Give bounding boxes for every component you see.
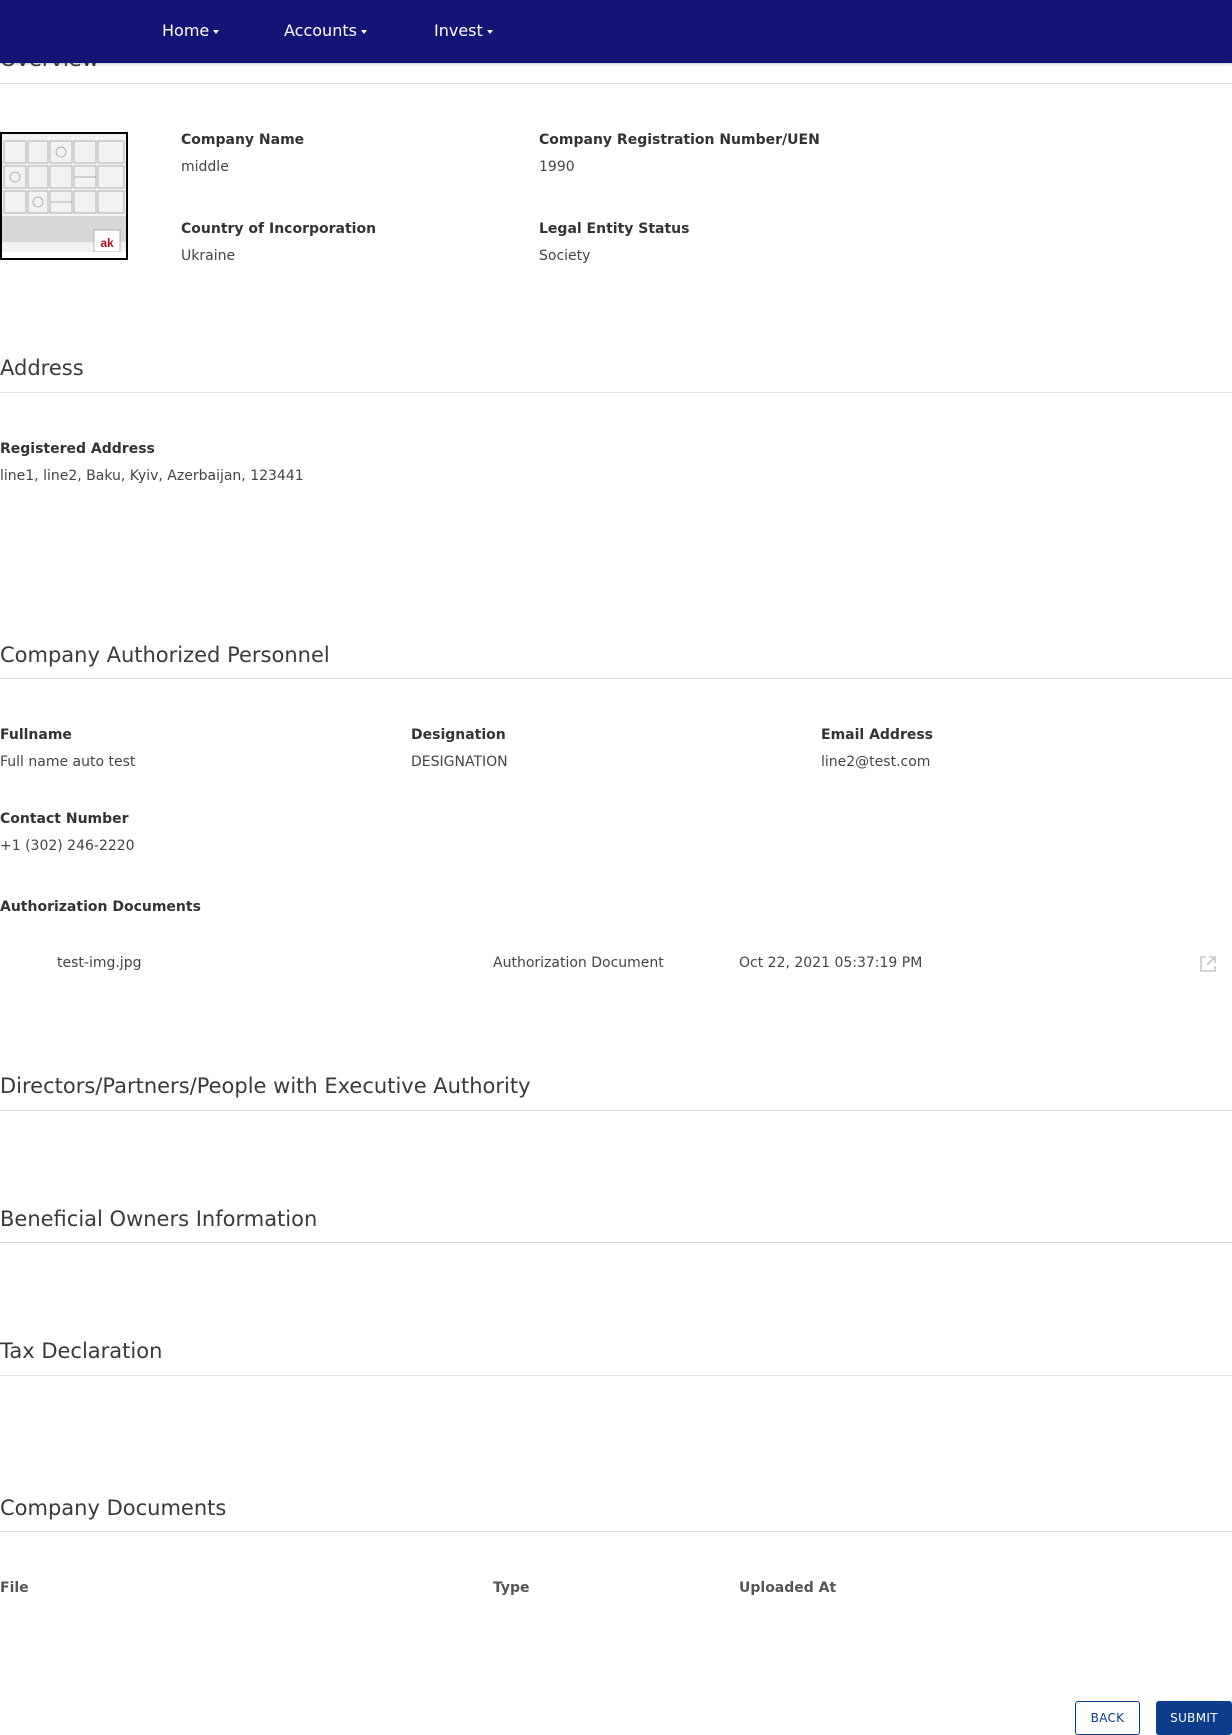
divider xyxy=(0,1531,1232,1532)
company-name-label: Company Name xyxy=(181,132,305,148)
svg-text:ak: ak xyxy=(100,236,114,250)
caret-down-icon xyxy=(213,29,220,34)
column-header-uploaded-at: Uploaded At xyxy=(739,1580,837,1596)
nav-home[interactable]: Home xyxy=(162,21,220,40)
divider xyxy=(0,1110,1232,1111)
country-value: Ukraine xyxy=(181,248,236,264)
document-file-name: test-img.jpg xyxy=(57,955,142,971)
document-uploaded-at: Oct 22, 2021 05:37:19 PM xyxy=(739,955,923,971)
divider xyxy=(0,1375,1232,1376)
document-type: Authorization Document xyxy=(493,955,664,971)
divider xyxy=(0,83,1232,84)
email-label: Email Address xyxy=(821,727,934,743)
email-value: line2@test.com xyxy=(821,754,931,770)
designation-value: DESIGNATION xyxy=(411,754,508,770)
fullname-value: Full name auto test xyxy=(0,754,136,770)
contact-number-label: Contact Number xyxy=(0,811,129,827)
caret-down-icon xyxy=(486,29,493,34)
address-title: Address xyxy=(0,356,84,380)
nav-invest-label: Invest xyxy=(434,21,483,40)
company-name-value: middle xyxy=(181,159,229,175)
legal-status-label: Legal Entity Status xyxy=(539,221,690,237)
column-header-file: File xyxy=(0,1580,29,1596)
registration-value: 1990 xyxy=(539,159,575,175)
directors-title: Directors/Partners/People with Executive… xyxy=(0,1074,531,1098)
external-link-icon[interactable] xyxy=(1198,954,1218,974)
registration-label: Company Registration Number/UEN xyxy=(539,132,820,148)
divider xyxy=(0,392,1232,393)
authorization-documents-label: Authorization Documents xyxy=(0,899,201,915)
nav-accounts[interactable]: Accounts xyxy=(284,21,367,40)
nav-invest[interactable]: Invest xyxy=(434,21,493,40)
column-header-type: Type xyxy=(493,1580,530,1596)
back-button[interactable]: BACK xyxy=(1075,1701,1140,1735)
nav-accounts-label: Accounts xyxy=(284,21,357,40)
company-logo: ak xyxy=(0,132,128,260)
company-documents-title: Company Documents xyxy=(0,1496,227,1520)
divider xyxy=(0,1242,1232,1243)
nav-home-label: Home xyxy=(162,21,210,40)
fullname-label: Fullname xyxy=(0,727,72,743)
country-label: Country of Incorporation xyxy=(181,221,377,237)
beneficial-owners-title: Beneficial Owners Information xyxy=(0,1207,318,1231)
contact-number-value: +1 (302) 246-2220 xyxy=(0,838,135,854)
designation-label: Designation xyxy=(411,727,506,743)
top-navbar: Home Accounts Invest xyxy=(0,0,1232,63)
caret-down-icon xyxy=(360,29,367,34)
tax-declaration-title: Tax Declaration xyxy=(0,1339,163,1363)
submit-button[interactable]: SUBMIT xyxy=(1156,1701,1232,1735)
personnel-title: Company Authorized Personnel xyxy=(0,643,330,667)
registered-address-label: Registered Address xyxy=(0,441,155,457)
registered-address-value: line1, line2, Baku, Kyiv, Azerbaijan, 12… xyxy=(0,468,304,484)
divider xyxy=(0,678,1232,679)
legal-status-value: Society xyxy=(539,248,591,264)
